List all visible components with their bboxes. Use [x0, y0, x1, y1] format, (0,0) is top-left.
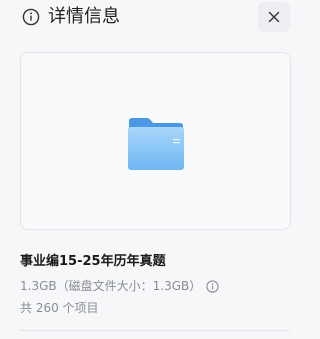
page-title: 详情信息 [48, 6, 120, 27]
details-header: 详情信息 [0, 0, 315, 36]
info-circle-icon [22, 8, 40, 26]
file-size: 1.3GB（磁盘文件大小：1.3GB） [20, 276, 219, 296]
file-preview [20, 52, 291, 230]
file-size-text: 1.3GB（磁盘文件大小：1.3GB） [20, 279, 202, 293]
file-name: 事业编15-25年历年真题 [20, 254, 166, 269]
close-icon [268, 11, 280, 23]
folder-icon [128, 118, 184, 170]
item-count: 共 260 个项目 [20, 301, 99, 315]
close-button[interactable] [258, 2, 290, 32]
divider [20, 330, 290, 331]
info-circle-icon[interactable] [206, 279, 219, 293]
